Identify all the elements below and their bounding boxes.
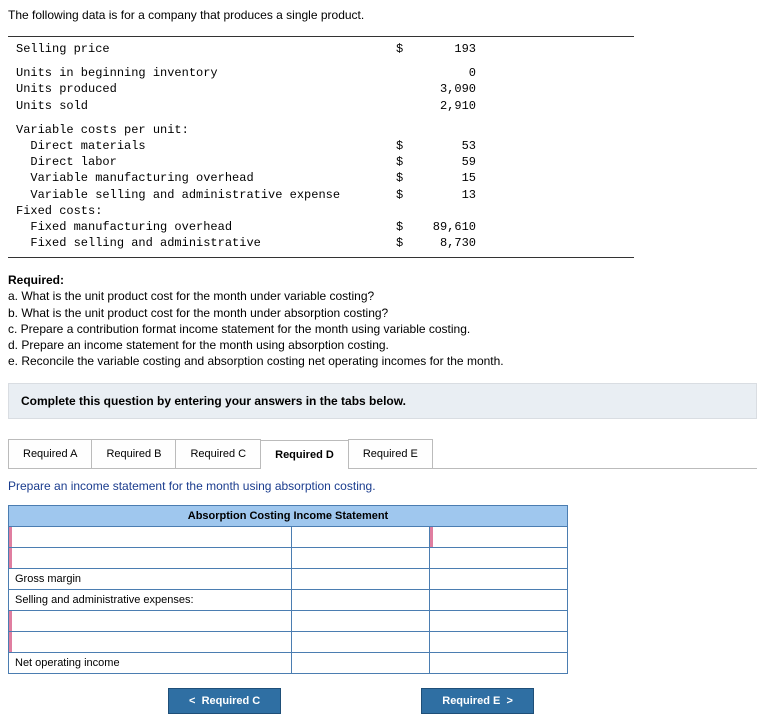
required-b: b. What is the unit product cost for the… [8,305,757,321]
input-cell[interactable] [292,611,430,632]
input-cell[interactable] [430,569,568,590]
row-fixed-header: Fixed costs: [16,203,626,219]
required-d: d. Prepare an income statement for the m… [8,337,757,353]
row-selling-price: Selling price $ 193 [16,41,626,57]
input-cell[interactable] [9,548,292,569]
next-label: Required E [442,695,500,707]
intro-text: The following data is for a company that… [8,8,757,22]
input-cell[interactable] [292,632,430,653]
instruction-bar: Complete this question by entering your … [8,383,757,419]
table-row [9,527,568,548]
tab-required-a[interactable]: Required A [8,439,92,468]
row-produced: Units produced 3,090 [16,81,626,97]
input-cell[interactable] [430,590,568,611]
row-vsa: Variable selling and administrative expe… [16,187,626,203]
table-row [9,611,568,632]
input-cell[interactable] [430,653,568,674]
required-c: c. Prepare a contribution format income … [8,321,757,337]
row-fsa: Fixed selling and administrative $ 8,730 [16,235,626,251]
gross-margin-label: Gross margin [9,569,292,590]
input-cell[interactable] [292,653,430,674]
tab-required-d[interactable]: Required D [260,440,349,469]
required-a: a. What is the unit product cost for the… [8,288,757,304]
input-cell[interactable] [430,527,568,548]
prev-label: Required C [202,695,261,707]
tab-bar: Required A Required B Required C Require… [8,439,757,469]
tab-required-c[interactable]: Required C [175,439,261,468]
input-cell[interactable] [9,632,292,653]
table-row [9,548,568,569]
sae-label: Selling and administrative expenses: [9,590,292,611]
input-cell[interactable] [292,569,430,590]
tab-required-b[interactable]: Required B [91,439,176,468]
tab-required-e[interactable]: Required E [348,439,433,468]
noi-label: Net operating income [9,653,292,674]
row-dm: Direct materials $ 53 [16,138,626,154]
input-cell[interactable] [292,527,430,548]
row-var-header: Variable costs per unit: [16,122,626,138]
row-dl: Direct labor $ 59 [16,154,626,170]
absorption-costing-table: Absorption Costing Income Statement Gros… [8,505,568,674]
tab-instruction: Prepare an income statement for the mont… [8,479,757,493]
input-cell[interactable] [430,632,568,653]
table-row-sae: Selling and administrative expenses: [9,590,568,611]
input-cell[interactable] [292,548,430,569]
required-title: Required: [8,272,757,288]
input-cell[interactable] [9,611,292,632]
required-block: Required: a. What is the unit product co… [8,272,757,369]
row-sold: Units sold 2,910 [16,98,626,114]
input-cell[interactable] [430,611,568,632]
cost-data-table: Selling price $ 193 Units in beginning i… [8,36,634,258]
table-row [9,632,568,653]
chevron-right-icon: > [506,695,512,707]
table-row-gross-margin: Gross margin [9,569,568,590]
row-fmo: Fixed manufacturing overhead $ 89,610 [16,219,626,235]
nav-button-row: < Required C Required E > [168,688,757,714]
next-button[interactable]: Required E > [421,688,534,714]
input-cell[interactable] [430,548,568,569]
chevron-left-icon: < [189,695,195,707]
row-vmo: Variable manufacturing overhead $ 15 [16,170,626,186]
input-cell[interactable] [9,527,292,548]
input-cell[interactable] [292,590,430,611]
table-row-noi: Net operating income [9,653,568,674]
prev-button[interactable]: < Required C [168,688,281,714]
required-e: e. Reconcile the variable costing and ab… [8,353,757,369]
ac-header: Absorption Costing Income Statement [9,506,568,527]
row-beg-inv: Units in beginning inventory 0 [16,65,626,81]
